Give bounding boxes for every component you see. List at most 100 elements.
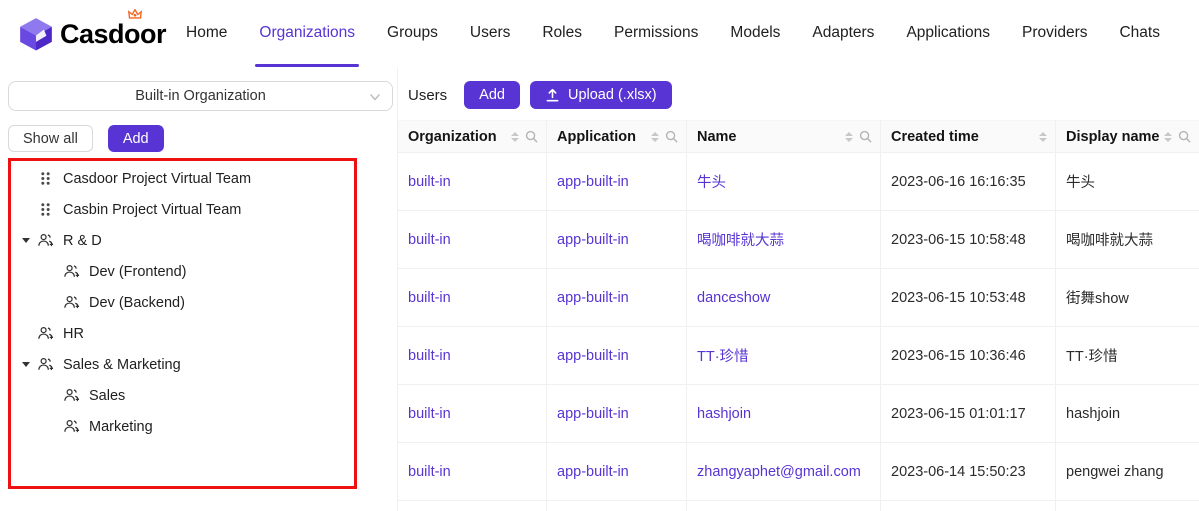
application-cell-link[interactable]: app-built-in: [547, 153, 687, 210]
caret-down-icon[interactable]: [15, 238, 37, 243]
column-search-icon[interactable]: [665, 130, 678, 143]
table-row: built-inapp-built-indanceshow2023-06-15 …: [398, 269, 1199, 327]
tree-item[interactable]: Casdoor Project Virtual Team: [11, 163, 354, 194]
nav-item-roles[interactable]: Roles: [526, 0, 598, 68]
tree-item[interactable]: Sales & Marketing: [11, 349, 354, 380]
nav-item-providers[interactable]: Providers: [1006, 0, 1103, 68]
display-name-cell: admin: [1056, 501, 1199, 511]
users-toolbar: Users Add Upload (.xlsx): [398, 81, 1199, 109]
created-time-cell: 2023-06-16 16:16:35: [881, 153, 1056, 210]
top-navbar: Casdoor HomeOrganizationsGroupsUsersRole…: [0, 0, 1199, 68]
show-all-button[interactable]: Show all: [8, 125, 93, 152]
users-table-body: built-inapp-built-in牛头2023-06-16 16:16:3…: [398, 153, 1199, 511]
application-cell-link[interactable]: app-built-in: [547, 269, 687, 326]
application-cell-link[interactable]: app-built-in: [547, 211, 687, 268]
caret-down-icon[interactable]: [15, 362, 37, 367]
sorter-icon[interactable]: [651, 132, 659, 142]
column-header-created-time[interactable]: Created time: [881, 121, 1056, 152]
column-label: Display name: [1066, 129, 1160, 145]
tree-item[interactable]: R & D: [11, 225, 354, 256]
nav-item-groups[interactable]: Groups: [371, 0, 454, 68]
name-cell-link[interactable]: zhangyaphet@gmail.com: [687, 443, 881, 500]
nav-item-chats[interactable]: Chats: [1103, 0, 1176, 68]
tree-item[interactable]: Dev (Frontend): [11, 256, 354, 287]
add-group-button[interactable]: Add: [108, 125, 164, 152]
tree-item[interactable]: Sales: [11, 380, 354, 411]
cube-logo-icon: [18, 16, 54, 52]
nav-item-users[interactable]: Users: [454, 0, 526, 68]
upload-icon: [545, 88, 560, 103]
tree-actions: Show all Add: [8, 125, 397, 152]
sorter-icon[interactable]: [511, 132, 519, 142]
display-name-cell: 街舞show: [1056, 269, 1199, 326]
name-cell-link[interactable]: admin: [687, 501, 881, 511]
nav-item-adapters[interactable]: Adapters: [796, 0, 890, 68]
column-label: Application: [557, 129, 636, 145]
sorter-icon[interactable]: [1164, 132, 1172, 142]
column-header-name[interactable]: Name: [687, 121, 881, 152]
tree-item-label: Casdoor Project Virtual Team: [63, 171, 251, 187]
tree-item[interactable]: Casbin Project Virtual Team: [11, 194, 354, 225]
application-cell-link[interactable]: app-built-in: [547, 501, 687, 511]
casdoor-logo[interactable]: Casdoor: [18, 16, 166, 52]
table-row: built-inapp-built-inadmin2023-06-14 10:2…: [398, 501, 1199, 511]
organization-cell-link[interactable]: built-in: [398, 327, 547, 384]
main-nav: HomeOrganizationsGroupsUsersRolesPermiss…: [170, 0, 1176, 68]
column-header-organization[interactable]: Organization: [398, 121, 547, 152]
application-cell-link[interactable]: app-built-in: [547, 443, 687, 500]
organization-cell-link[interactable]: built-in: [398, 443, 547, 500]
organization-cell-link[interactable]: built-in: [398, 153, 547, 210]
nav-item-models[interactable]: Models: [714, 0, 796, 68]
usergroup-add-icon: [63, 262, 82, 281]
tree-item[interactable]: HR: [11, 318, 354, 349]
organization-cell-link[interactable]: built-in: [398, 269, 547, 326]
sorter-icon[interactable]: [845, 132, 853, 142]
main-content: Built-in Organization Show all Add Casdo…: [0, 68, 1199, 511]
column-label: Organization: [408, 129, 497, 145]
nav-item-organizations[interactable]: Organizations: [243, 0, 371, 68]
add-user-button[interactable]: Add: [464, 81, 520, 109]
name-cell-link[interactable]: TT·珍惜: [687, 327, 881, 384]
nav-item-home[interactable]: Home: [170, 0, 243, 68]
name-cell-link[interactable]: 喝咖啡就大蒜: [687, 211, 881, 268]
application-cell-link[interactable]: app-built-in: [547, 327, 687, 384]
application-cell-link[interactable]: app-built-in: [547, 385, 687, 442]
organization-select[interactable]: Built-in Organization: [8, 81, 393, 111]
column-search-icon[interactable]: [859, 130, 872, 143]
upload-xlsx-button[interactable]: Upload (.xlsx): [530, 81, 672, 109]
tree-item[interactable]: Marketing: [11, 411, 354, 442]
brand-name: Casdoor: [60, 19, 166, 50]
display-name-cell: TT·珍惜: [1056, 327, 1199, 384]
tree-item-label: Sales & Marketing: [63, 357, 181, 373]
created-time-cell: 2023-06-14 15:50:23: [881, 443, 1056, 500]
casdoor-app-window: Casdoor HomeOrganizationsGroupsUsersRole…: [0, 0, 1199, 511]
organization-cell-link[interactable]: built-in: [398, 211, 547, 268]
sorter-icon[interactable]: [1039, 132, 1047, 142]
organization-cell-link[interactable]: built-in: [398, 501, 547, 511]
column-header-icons: [1164, 130, 1191, 143]
name-cell-link[interactable]: danceshow: [687, 269, 881, 326]
column-search-icon[interactable]: [525, 130, 538, 143]
usergroup-add-icon: [37, 231, 56, 250]
name-cell-link[interactable]: hashjoin: [687, 385, 881, 442]
usergroup-add-icon: [63, 417, 82, 436]
column-search-icon[interactable]: [1178, 130, 1191, 143]
tree-item[interactable]: Dev (Backend): [11, 287, 354, 318]
organization-tree-panel: Built-in Organization Show all Add Casdo…: [0, 68, 397, 511]
tree-item-label: Casbin Project Virtual Team: [63, 202, 241, 218]
nav-item-applications[interactable]: Applications: [890, 0, 1006, 68]
drag-holder-icon: [37, 169, 56, 188]
nav-item-permissions[interactable]: Permissions: [598, 0, 714, 68]
organization-cell-link[interactable]: built-in: [398, 385, 547, 442]
tree-item-label: R & D: [63, 233, 102, 249]
column-header-application[interactable]: Application: [547, 121, 687, 152]
name-cell-link[interactable]: 牛头: [687, 153, 881, 210]
display-name-cell: 牛头: [1056, 153, 1199, 210]
table-row: built-inapp-built-in喝咖啡就大蒜2023-06-15 10:…: [398, 211, 1199, 269]
column-header-display-name[interactable]: Display name: [1056, 121, 1199, 152]
column-label: Created time: [891, 129, 979, 145]
crown-icon: [128, 9, 142, 20]
users-table-panel: Users Add Upload (.xlsx) Organization App…: [397, 68, 1199, 511]
drag-holder-icon: [37, 200, 56, 219]
column-header-icons: [845, 130, 872, 143]
